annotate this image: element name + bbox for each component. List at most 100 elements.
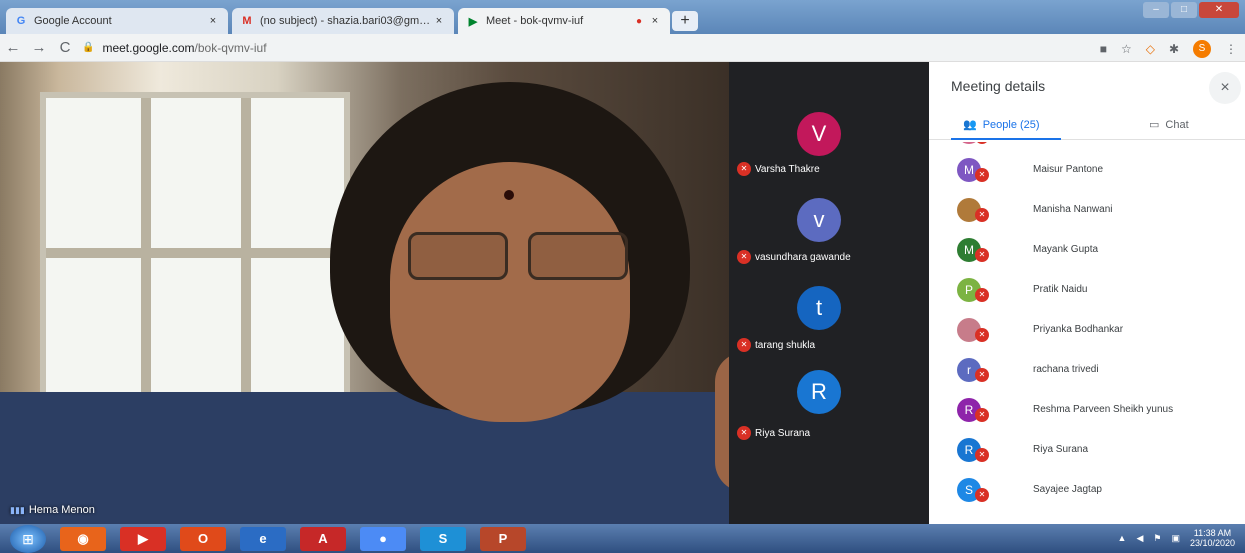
participant-name: tarang shukla [755, 339, 816, 351]
extension-icon[interactable]: ◇ [1146, 42, 1155, 56]
mic-off-icon: ✕ [975, 168, 989, 182]
speaker-name-label: ▮▮▮ Hema Menon [10, 504, 95, 516]
tab-close-icon[interactable]: × [206, 15, 220, 27]
system-tray: ▲ ◀ ⚑ ▣ 11:38 AM 23/10/2020 [1118, 528, 1235, 548]
clock-date: 23/10/2020 [1189, 538, 1235, 548]
puzzle-icon[interactable]: ✱ [1169, 42, 1179, 56]
lock-icon: 🔒 [82, 42, 95, 53]
tab-meet[interactable]: ▶ Meet - bok-qvmv-iuf ● × [458, 8, 670, 34]
participant-name: vasundhara gawande [755, 251, 851, 263]
tab-chat-label: Chat [1165, 118, 1189, 131]
participant-name: Mayank Gupta [1033, 244, 1099, 255]
main-video-feed: ▮▮▮ Hema Menon [0, 62, 729, 524]
participant-name: Pratik Naidu [1033, 284, 1088, 295]
acrobat-icon[interactable]: A [300, 526, 346, 551]
reload-icon[interactable]: C [52, 39, 78, 56]
network-icon[interactable]: ▣ [1171, 533, 1180, 544]
opera-icon[interactable]: O [180, 526, 226, 551]
tab-gmail[interactable]: M (no subject) - shazia.bari03@gm… × [232, 8, 454, 34]
speaker-name: Hema Menon [28, 504, 95, 516]
tab-label: (no subject) - shazia.bari03@gm… [260, 15, 431, 27]
tab-chat[interactable]: ▭ Chat [1149, 118, 1189, 132]
camera-icon[interactable]: ■ [1100, 42, 1107, 56]
mic-off-icon: ✕ [975, 328, 989, 342]
people-list: ✕ M ✕ Maisur Pantone ✕ Manisha Nanwani M… [929, 142, 1245, 524]
start-button[interactable]: ⊞ [10, 524, 46, 553]
list-item[interactable]: ✕ Priyanka Bodhankar [929, 312, 1245, 352]
avatar: V [797, 112, 841, 156]
close-panel-icon[interactable]: × [1209, 72, 1241, 104]
screen: G Google Account × M (no subject) - shaz… [0, 0, 1245, 553]
extension-icons: ■ ☆ ◇ ✱ S ⋮ [1100, 40, 1237, 58]
background-window [40, 92, 350, 422]
list-item[interactable]: R ✕ Riya Surana [929, 432, 1245, 472]
tab-people[interactable]: 👥 People (25) [963, 118, 1040, 132]
participant-name: Riya Surana [755, 427, 811, 439]
menu-dots-icon[interactable]: ⋮ [1225, 42, 1237, 56]
participant-tiles: V ✕ Varsha Thakre v ✕ vasundhara gawande t… [729, 62, 929, 524]
internet-explorer-icon[interactable]: e [240, 526, 286, 551]
forward-icon[interactable]: → [26, 39, 52, 56]
mic-off-icon: ✕ [975, 408, 989, 422]
skype-icon[interactable]: S [420, 526, 466, 551]
participant-name: Maisur Pantone [1033, 164, 1104, 175]
list-item[interactable]: M ✕ Maisur Pantone [929, 152, 1245, 192]
list-item[interactable]: r ✕ rachana trivedi [929, 352, 1245, 392]
media-player-icon[interactable]: ▶ [120, 526, 166, 551]
participant-name: Manisha Nanwani [1033, 204, 1113, 215]
windows-taskbar: ⊞ ◉ ▶ O e A ● S P ▲ ◀ ⚑ ▣ 11:38 AM 23/10… [0, 524, 1245, 553]
minimize-icon[interactable]: – [1143, 2, 1169, 18]
maximize-icon[interactable]: □ [1171, 2, 1197, 18]
list-item[interactable]: P ✕ Pratik Naidu [929, 272, 1245, 312]
flag-icon[interactable]: ⚑ [1153, 533, 1161, 544]
mic-off-icon: ✕ [737, 162, 751, 176]
window-close-icon[interactable]: ✕ [1199, 2, 1239, 18]
address-bar[interactable]: 🔒 meet.google.com /bok-qvmv-iuf [82, 41, 267, 55]
avatar: t [797, 286, 841, 330]
gmail-icon: M [242, 15, 252, 27]
profile-avatar[interactable]: S [1193, 40, 1211, 58]
mic-off-icon: ✕ [975, 208, 989, 222]
url-host: meet.google.com [102, 40, 195, 55]
chat-icon: ▭ [1149, 119, 1160, 131]
tray-arrow-icon[interactable]: ▲ [1118, 533, 1127, 543]
browser-tabstrip: G Google Account × M (no subject) - shaz… [0, 0, 1245, 34]
mic-off-icon: ✕ [975, 288, 989, 302]
bookmark-star-icon[interactable]: ☆ [1121, 42, 1132, 56]
participant-name: Varsha Thakre [755, 163, 820, 175]
tab-people-label: People (25) [982, 118, 1040, 131]
chrome-icon[interactable]: ● [360, 526, 406, 551]
participant-name: Riya Surana [1033, 444, 1089, 455]
mic-off-icon: ✕ [975, 488, 989, 502]
mic-off-icon: ✕ [737, 250, 751, 264]
list-item[interactable]: R ✕ Reshma Parveen Sheikh yunus [929, 392, 1245, 432]
address-toolbar: ← → C 🔒 meet.google.com /bok-qvmv-iuf ■ … [0, 34, 1245, 62]
tab-close-icon[interactable]: × [432, 15, 446, 27]
new-tab-button[interactable]: + [672, 11, 698, 31]
avatar: v [797, 198, 841, 242]
tab-close-icon[interactable]: × [648, 15, 662, 27]
tab-label: Google Account [34, 15, 112, 27]
active-tab-indicator [951, 138, 1061, 140]
powerpoint-icon[interactable]: P [480, 526, 526, 551]
people-icon: 👥 [963, 119, 977, 131]
list-item[interactable]: ✕ Manisha Nanwani [929, 192, 1245, 232]
audio-level-icon: ▮▮▮ [10, 504, 25, 515]
clock-time: 11:38 AM [1193, 528, 1232, 538]
google-g-icon: G [16, 15, 26, 27]
meeting-details-panel: Meeting details × 👥 People (25) ▭ Chat ✕… [929, 62, 1245, 524]
clock[interactable]: 11:38 AM 23/10/2020 [1190, 528, 1235, 548]
list-item[interactable]: M ✕ Mayank Gupta [929, 232, 1245, 272]
speaker-figure [330, 82, 690, 524]
firefox-icon[interactable]: ◉ [60, 526, 106, 551]
tab-label: Meet - bok-qvmv-iuf [486, 15, 584, 27]
back-icon[interactable]: ← [0, 39, 26, 56]
volume-icon[interactable]: ◀ [1136, 533, 1143, 544]
tab-google-account[interactable]: G Google Account × [6, 8, 228, 34]
participant-name: Priyanka Bodhankar [1033, 324, 1124, 335]
participant-name: Reshma Parveen Sheikh yunus [1033, 404, 1174, 415]
list-item[interactable]: S ✕ Sayajee Jagtap [929, 472, 1245, 512]
meet-icon: ▶ [468, 15, 478, 28]
participant-name: rachana trivedi [1033, 364, 1099, 375]
url-path: /bok-qvmv-iuf [194, 40, 267, 55]
